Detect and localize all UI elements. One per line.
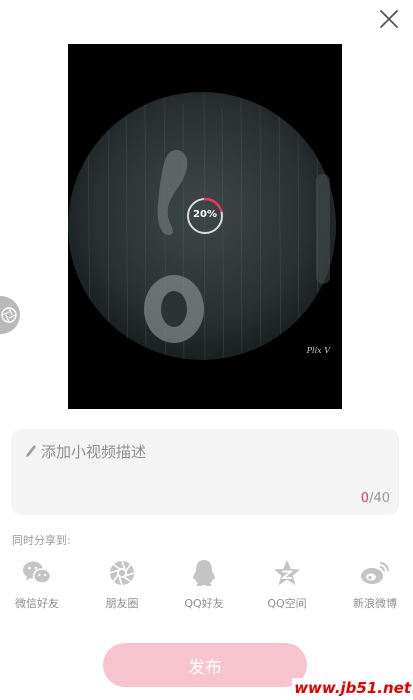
- side-float-button[interactable]: [0, 296, 20, 334]
- character-count-current: 0: [360, 491, 370, 506]
- share-label: 同时分享到:: [12, 534, 71, 547]
- pencil-icon: [26, 445, 36, 457]
- description-input[interactable]: [41, 439, 381, 465]
- close-icon: [380, 10, 398, 28]
- character-count-max: /40: [369, 491, 390, 506]
- publish-button[interactable]: 发布: [103, 643, 307, 687]
- share-options: 微信好友 朋友圈 QQ好友 QQ空间 新浪微博: [0, 558, 413, 614]
- share-moments-label: 朋友圈: [105, 597, 139, 610]
- moments-icon: [109, 560, 135, 586]
- share-weibo-label: 新浪微博: [353, 597, 397, 610]
- share-wechat-button[interactable]: 微信好友: [2, 558, 72, 611]
- video-watermark: Plix V: [306, 346, 330, 355]
- description-box: 0/40: [11, 429, 399, 515]
- share-qzone-label: QQ空间: [267, 597, 307, 610]
- wechat-icon: [23, 561, 52, 584]
- upload-progress-label: 20%: [193, 209, 217, 220]
- site-watermark: www.jb51.net: [292, 678, 413, 698]
- qq-icon: [193, 560, 215, 586]
- close-button[interactable]: [374, 4, 404, 34]
- share-moments-button[interactable]: 朋友圈: [87, 558, 157, 611]
- share-weibo-button[interactable]: 新浪微博: [340, 558, 410, 611]
- share-qq-button[interactable]: QQ好友: [169, 558, 239, 611]
- video-frame-art: [68, 92, 336, 360]
- weibo-icon: [361, 562, 389, 584]
- share-qq-label: QQ好友: [184, 597, 224, 610]
- character-counter: 0/40: [361, 491, 390, 506]
- share-qzone-button[interactable]: QQ空间: [252, 558, 322, 611]
- aperture-icon: [1, 307, 17, 323]
- qzone-icon: [274, 560, 300, 585]
- video-preview: 20% Plix V: [68, 44, 342, 409]
- share-wechat-label: 微信好友: [15, 597, 59, 610]
